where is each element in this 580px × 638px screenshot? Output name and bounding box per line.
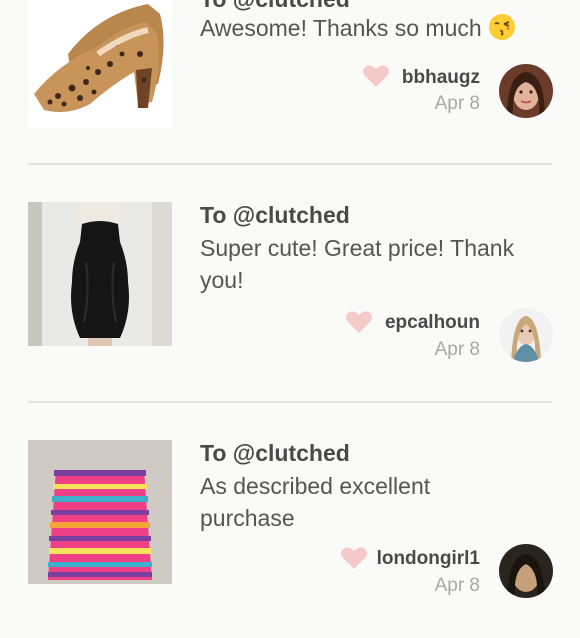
review-message: As described excellent purchase: [200, 473, 431, 531]
review-card[interactable]: To @clutched Super cute! Great price! Th…: [0, 200, 580, 400]
review-card[interactable]: To @clutched As described excellent purc…: [0, 438, 580, 638]
review-message-text: Awesome! Thanks so much: [200, 15, 482, 41]
leopard-pumps-image[interactable]: [28, 0, 172, 128]
reviewer-username[interactable]: bbhaugz: [402, 67, 480, 89]
review-card[interactable]: To @clutched Awesome! Thanks so much bbh…: [0, 0, 580, 160]
recipient-label: To @clutched: [200, 202, 350, 228]
review-date: Apr 8: [434, 93, 480, 114]
reviewer-avatar[interactable]: [499, 308, 553, 362]
reviewer-username[interactable]: epcalhoun: [385, 312, 480, 334]
heart-icon[interactable]: [340, 546, 368, 570]
review-message: Awesome! Thanks so much: [200, 12, 560, 44]
reviewer-avatar[interactable]: [499, 544, 553, 598]
review-date: Apr 8: [434, 339, 480, 360]
reviewer-username[interactable]: londongirl1: [377, 548, 480, 570]
heart-icon[interactable]: [362, 64, 390, 88]
review-date: Apr 8: [434, 575, 480, 596]
black-strapless-dress-image[interactable]: [28, 202, 172, 346]
kissing-face-emoji-icon: [488, 13, 516, 41]
reviewer-avatar[interactable]: [499, 64, 553, 118]
striped-skirt-image[interactable]: [28, 440, 172, 584]
review-message: Super cute! Great price! Thank you!: [200, 235, 515, 293]
recipient-label: To @clutched: [200, 440, 350, 466]
divider: [28, 163, 552, 165]
heart-icon[interactable]: [345, 310, 373, 334]
divider: [28, 401, 552, 403]
